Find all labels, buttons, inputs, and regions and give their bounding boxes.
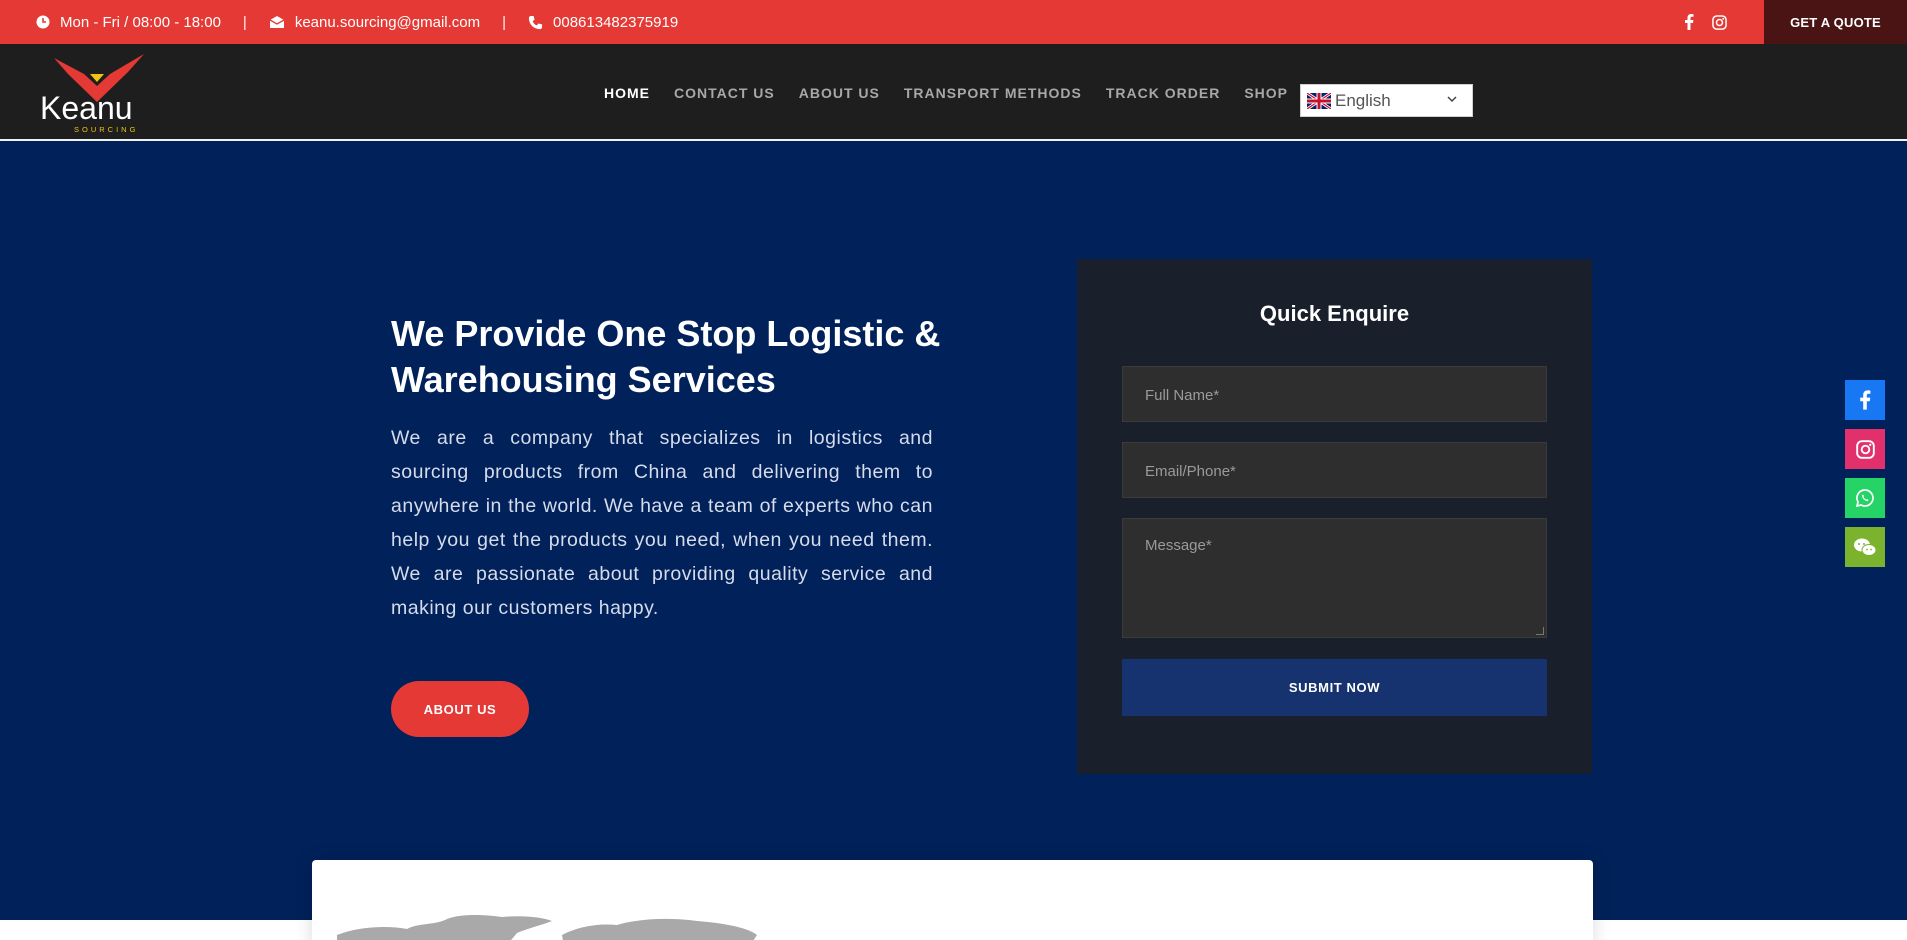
logo-text: Keanu [40,90,133,126]
clock-icon [36,15,50,29]
whatsapp-icon[interactable] [1845,478,1885,518]
resize-handle[interactable] [1536,627,1544,635]
keanu-logo[interactable]: Keanu SOURCING [40,52,155,134]
nav-track-order[interactable]: TRACK ORDER [1106,85,1220,101]
nav-contact-us[interactable]: CONTACT US [674,85,775,101]
hero-description: We are a company that specializes in log… [391,427,933,619]
full-name-input[interactable]: Full Name* [1122,366,1547,422]
email-item[interactable]: keanu.sourcing@gmail.com [269,14,480,31]
phone-link[interactable]: 008613482375919 [553,14,678,31]
message-textarea[interactable]: Message* [1122,518,1547,638]
instagram-icon[interactable] [1712,14,1727,30]
nav-home[interactable]: HOME [604,85,650,101]
chevron-down-icon [1446,93,1458,108]
topbar-social [1684,0,1727,44]
nav-transport-methods[interactable]: TRANSPORT METHODS [904,85,1082,101]
facebook-icon[interactable] [1845,380,1885,420]
email-link[interactable]: keanu.sourcing@gmail.com [295,14,480,31]
contact-info: Mon - Fri / 08:00 - 18:00 | keanu.sourci… [36,0,678,44]
wechat-icon[interactable] [1845,527,1885,567]
services-card [312,860,1593,940]
nav-about-us[interactable]: ABOUT US [799,85,880,101]
main-header: Keanu SOURCING HOME CONTACT US ABOUT US … [0,44,1907,141]
separator: | [502,13,507,31]
quick-enquire-form: Quick Enquire Full Name* Email/Phone* Me… [1077,259,1592,774]
email-phone-input[interactable]: Email/Phone* [1122,442,1547,498]
uk-flag-icon [1307,92,1331,109]
top-bar: Mon - Fri / 08:00 - 18:00 | keanu.sourci… [0,0,1907,44]
logo-mark-icon: Keanu SOURCING [40,54,144,134]
floating-social-bar [1845,380,1885,576]
envelope-icon [269,16,285,28]
hours-item: Mon - Fri / 08:00 - 18:00 [36,14,221,31]
get-quote-button[interactable]: GET A QUOTE [1764,0,1907,44]
hero-title: We Provide One Stop Logistic & Warehousi… [391,313,941,400]
nav-shop[interactable]: SHOP [1244,85,1288,101]
logo-subtext: SOURCING [74,125,138,134]
main-nav: HOME CONTACT US ABOUT US TRANSPORT METHO… [604,44,1288,141]
instagram-icon[interactable] [1845,429,1885,469]
hero-section: We Provide One Stop Logistic & Warehousi… [0,141,1907,920]
phone-item[interactable]: 008613482375919 [528,14,678,31]
language-select[interactable]: English [1300,84,1473,117]
submit-button[interactable]: SUBMIT NOW [1122,659,1547,716]
hours-text: Mon - Fri / 08:00 - 18:00 [60,13,221,31]
phone-icon [528,15,543,29]
separator: | [242,13,247,31]
language-label: English [1335,90,1391,110]
about-us-button[interactable]: ABOUT US [391,681,529,737]
facebook-icon[interactable] [1684,14,1694,30]
message-placeholder: Message* [1145,537,1212,554]
world-map-image [337,915,757,940]
form-title: Quick Enquire [1259,301,1410,326]
